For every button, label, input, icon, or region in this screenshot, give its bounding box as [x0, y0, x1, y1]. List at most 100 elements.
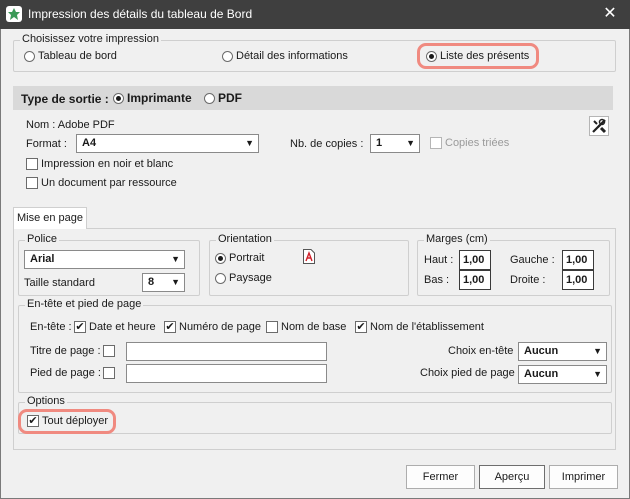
taille-label: Taille standard [24, 277, 95, 289]
apercu-button[interactable]: Aperçu [479, 465, 545, 489]
choix-pied-value: Aucun [524, 368, 559, 380]
chevron-down-icon: ▼ [406, 138, 415, 148]
police-legend: Police [25, 233, 59, 245]
radio-liste-des-presents[interactable]: Liste des présents [426, 50, 529, 62]
radio-label: Paysage [229, 272, 272, 284]
choix-pied-select[interactable]: Aucun ▼ [518, 365, 607, 384]
radio-dot-selected [113, 92, 124, 104]
tab-mise-en-page[interactable]: Mise en page [13, 207, 87, 229]
window-title: Impression des détails du tableau de Bor… [28, 7, 253, 21]
titre-label: Titre de page : [30, 345, 101, 357]
taille-value: 8 [148, 276, 155, 288]
format-value: A4 [82, 137, 97, 149]
check-pied-page[interactable] [103, 367, 118, 379]
checkbox [26, 177, 38, 189]
radio-pdf[interactable]: PDF [204, 91, 242, 105]
check-label: Nom de l'établissement [370, 321, 484, 333]
check-label: Date et heure [89, 321, 156, 333]
radio-detail-informations[interactable]: Détail des informations [222, 50, 348, 62]
entete-label: En-tête : [30, 321, 72, 333]
font-select[interactable]: Arial ▼ [24, 250, 185, 269]
droite-input[interactable]: 1,00 [562, 270, 594, 290]
choix-entete-label: Choix en-tête [448, 345, 514, 357]
radio-dot [204, 92, 215, 104]
check-date-heure[interactable]: ✔ Date et heure [74, 321, 156, 333]
radio-label: Tableau de bord [38, 50, 117, 62]
title-bar: Impression des détails du tableau de Bor… [0, 0, 630, 29]
checkbox [103, 345, 115, 357]
copies-select[interactable]: 1 ▼ [370, 134, 420, 153]
options-legend: Options [25, 395, 67, 407]
radio-label: Liste des présents [440, 50, 530, 62]
bas-label: Bas : [424, 274, 450, 286]
check-tout-deployer[interactable]: ✔ Tout déployer [27, 415, 108, 427]
radio-portrait[interactable]: Portrait [215, 252, 264, 264]
droite-label: Droite : [510, 274, 546, 286]
titre-page-input[interactable] [126, 342, 327, 361]
check-nom-base[interactable]: Nom de base [266, 321, 346, 333]
check-copies-triees[interactable]: Copies triées [430, 137, 509, 149]
checkbox-checked: ✔ [74, 321, 86, 333]
sortie-label: Type de sortie : [21, 92, 109, 106]
format-label: Format : [26, 138, 67, 150]
entete-legend: En-tête et pied de page [25, 298, 144, 310]
check-label: Un document par ressource [41, 177, 177, 189]
close-icon[interactable]: ✕ [600, 4, 620, 24]
checkbox-checked: ✔ [164, 321, 176, 333]
radio-paysage[interactable]: Paysage [215, 272, 272, 284]
radio-dot-selected [215, 252, 226, 264]
chevron-down-icon: ▼ [245, 138, 254, 148]
radio-tableau-de-bord[interactable]: Tableau de bord [24, 50, 117, 62]
checkbox-checked: ✔ [27, 415, 39, 427]
radio-label: Portrait [229, 252, 265, 264]
page-orientation-icon [303, 249, 315, 264]
font-value: Arial [30, 253, 55, 265]
checkbox [26, 158, 38, 170]
chevron-down-icon: ▼ [171, 277, 180, 287]
gauche-label: Gauche : [510, 254, 555, 266]
radio-imprimante[interactable]: Imprimante [113, 91, 192, 105]
app-icon [6, 6, 22, 22]
fermer-button[interactable]: Fermer [406, 465, 475, 489]
radio-dot-selected [426, 50, 437, 62]
check-label: Impression en noir et blanc [41, 158, 174, 170]
format-select[interactable]: A4 ▼ [76, 134, 259, 153]
check-label: Nom de base [281, 321, 347, 333]
copies-value: 1 [376, 137, 383, 149]
chevron-down-icon: ▼ [171, 254, 180, 264]
check-label: Numéro de page [179, 321, 261, 333]
pied-label: Pied de page : [30, 367, 101, 379]
radio-label: Imprimante [127, 91, 192, 105]
haut-input[interactable]: 1,00 [459, 250, 491, 270]
radio-dot [215, 272, 226, 284]
bas-input[interactable]: 1,00 [459, 270, 491, 290]
gauche-input[interactable]: 1,00 [562, 250, 594, 270]
tools-icon[interactable] [589, 116, 609, 136]
checkbox [430, 137, 442, 149]
radio-dot [222, 50, 233, 62]
pied-page-input[interactable] [126, 364, 327, 383]
check-numero-page[interactable]: ✔ Numéro de page [164, 321, 261, 333]
taille-select[interactable]: 8 ▼ [142, 273, 185, 292]
imprimer-button[interactable]: Imprimer [549, 465, 618, 489]
marges-legend: Marges (cm) [424, 233, 490, 245]
check-label: Tout déployer [42, 415, 109, 427]
checkbox [103, 367, 115, 379]
impression-legend: Choisissez votre impression [20, 33, 161, 45]
haut-label: Haut : [424, 254, 454, 266]
copies-label: Nb. de copies : [290, 138, 364, 150]
orientation-legend: Orientation [216, 233, 274, 245]
radio-dot [24, 50, 35, 62]
check-par-ressource[interactable]: Un document par ressource [26, 177, 177, 189]
printer-name: Nom : Adobe PDF [26, 119, 115, 131]
radio-label: PDF [218, 91, 242, 105]
chevron-down-icon: ▼ [593, 346, 602, 356]
radio-label: Détail des informations [236, 50, 348, 62]
choix-entete-select[interactable]: Aucun ▼ [518, 342, 607, 361]
checkbox [266, 321, 278, 333]
checkbox-checked: ✔ [355, 321, 367, 333]
check-noir-blanc[interactable]: Impression en noir et blanc [26, 158, 173, 170]
check-titre-page[interactable] [103, 345, 118, 357]
check-nom-etablissement[interactable]: ✔ Nom de l'établissement [355, 321, 484, 333]
choix-pied-label: Choix pied de page [420, 367, 515, 379]
